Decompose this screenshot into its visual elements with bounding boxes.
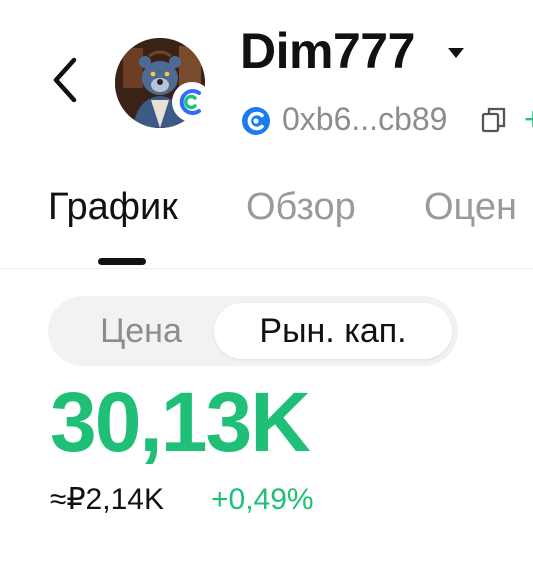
copy-icon bbox=[481, 107, 506, 133]
back-button[interactable] bbox=[44, 52, 90, 108]
tab-chart[interactable]: График bbox=[48, 188, 178, 226]
tab-overview[interactable]: Обзор bbox=[246, 188, 356, 226]
token-name[interactable]: Dim777 bbox=[240, 26, 415, 76]
exchange-badge-icon bbox=[179, 89, 201, 115]
add-icon[interactable]: + bbox=[524, 103, 533, 135]
tab-bar: График Обзор Оцен bbox=[0, 178, 533, 269]
toggle-market-cap[interactable]: Рын. кап. bbox=[214, 303, 452, 359]
fiat-value: ≈₽2,14K bbox=[50, 483, 164, 516]
caret-down-icon bbox=[448, 48, 464, 58]
avatar-badge bbox=[172, 82, 212, 122]
copy-address-button[interactable] bbox=[481, 106, 507, 134]
tab-rating[interactable]: Оцен bbox=[424, 188, 517, 226]
wallet-address: 0xb6...cb89 bbox=[282, 101, 448, 137]
metric-toggle: Цена Рын. кап. bbox=[48, 296, 458, 366]
toggle-price[interactable]: Цена bbox=[66, 303, 216, 359]
price-change: +0,49% bbox=[211, 483, 314, 516]
chain-logo bbox=[241, 106, 271, 136]
chevron-left-icon bbox=[53, 57, 77, 103]
chain-logo-icon bbox=[242, 107, 270, 135]
token-dropdown-button[interactable] bbox=[447, 46, 465, 58]
market-cap-value: 30,13K bbox=[50, 375, 311, 469]
active-tab-indicator bbox=[98, 258, 146, 265]
